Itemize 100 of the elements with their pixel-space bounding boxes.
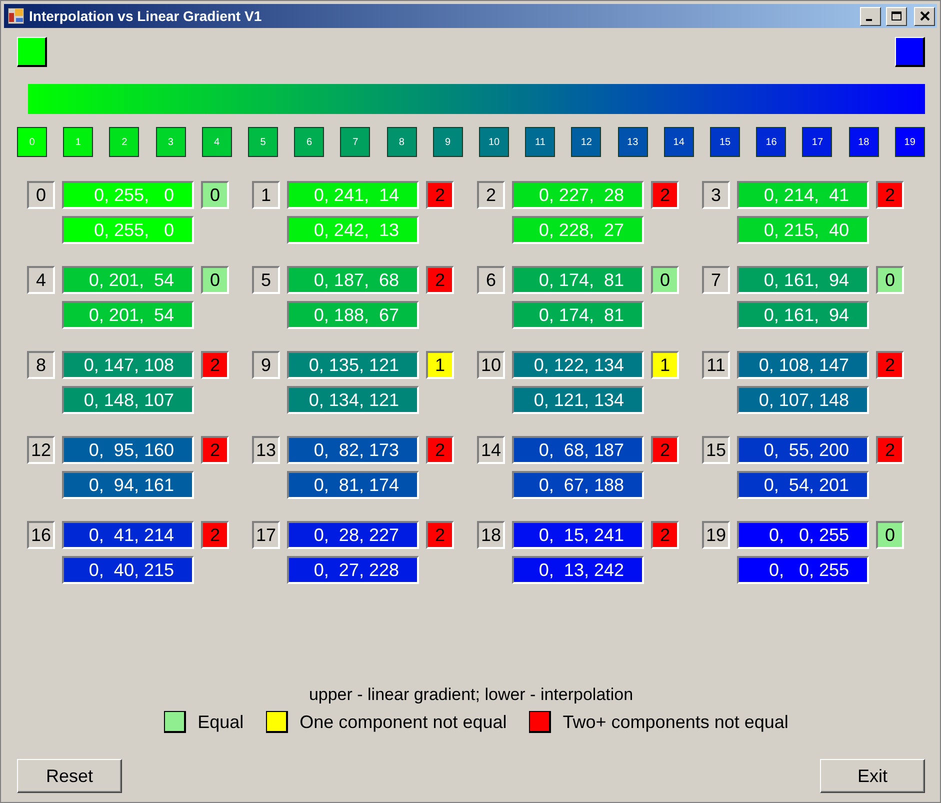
color-swatch: 19 <box>894 127 925 157</box>
index-label: 1 <box>252 181 280 209</box>
difference-badge: 2 <box>201 521 229 549</box>
difference-badge: 2 <box>201 351 229 379</box>
difference-badge: 2 <box>876 351 904 379</box>
index-label: 4 <box>27 266 55 294</box>
interpolation-value: 0, 134, 121 <box>287 386 419 414</box>
legend-label: Equal <box>198 712 244 732</box>
index-label: 7 <box>702 266 730 294</box>
color-swatch: 13 <box>618 127 648 157</box>
maximize-button[interactable] <box>886 6 907 26</box>
difference-badge: 0 <box>201 181 229 209</box>
gradient-value: 0, 161, 94 <box>737 266 869 294</box>
difference-badge: 2 <box>876 436 904 464</box>
color-swatch: 15 <box>710 127 740 157</box>
difference-badge: 2 <box>651 181 679 209</box>
interpolation-value: 0, 107, 148 <box>737 386 869 414</box>
index-label: 8 <box>27 351 55 379</box>
color-swatch: 14 <box>664 127 694 157</box>
gradient-value: 0, 108, 147 <box>737 351 869 379</box>
close-button[interactable] <box>914 6 935 26</box>
app-icon <box>8 8 24 24</box>
interpolation-value: 0, 13, 242 <box>512 556 644 584</box>
gradient-value: 0, 187, 68 <box>287 266 419 294</box>
index-label: 0 <box>27 181 55 209</box>
interpolation-value: 0, 201, 54 <box>62 301 194 329</box>
close-icon <box>920 11 930 21</box>
index-label: 3 <box>702 181 730 209</box>
index-label: 5 <box>252 266 280 294</box>
interpolation-value: 0, 121, 134 <box>512 386 644 414</box>
color-swatch: 9 <box>432 127 463 157</box>
difference-badge: 2 <box>426 266 454 294</box>
interpolation-value: 0, 0, 255 <box>737 556 869 584</box>
color-swatch: 17 <box>802 127 832 157</box>
reset-button[interactable]: Reset <box>17 759 122 793</box>
index-label: 19 <box>702 521 730 549</box>
color-swatch: 12 <box>571 127 602 157</box>
interpolation-value: 0, 161, 94 <box>737 301 869 329</box>
color-picker-swatch[interactable] <box>895 37 925 67</box>
difference-badge: 2 <box>426 181 454 209</box>
interpolation-value: 0, 67, 188 <box>512 471 644 499</box>
index-label: 18 <box>477 521 505 549</box>
index-label: 10 <box>477 351 505 379</box>
interpolation-value: 0, 188, 67 <box>287 301 419 329</box>
gradient-value: 0, 241, 14 <box>287 181 419 209</box>
difference-badge: 2 <box>651 436 679 464</box>
color-swatch: 3 <box>156 127 186 157</box>
color-swatch: 18 <box>848 127 879 157</box>
difference-badge: 1 <box>426 351 454 379</box>
gradient-value: 0, 214, 41 <box>737 181 869 209</box>
index-label: 9 <box>252 351 280 379</box>
difference-badge: 2 <box>651 521 679 549</box>
gradient-value: 0, 135, 121 <box>287 351 419 379</box>
color-swatch: 11 <box>525 127 556 157</box>
interpolation-value: 0, 81, 174 <box>287 471 419 499</box>
color-swatch: 6 <box>294 127 324 157</box>
color-swatch: 2 <box>109 127 140 157</box>
interpolation-value: 0, 242, 13 <box>287 216 419 244</box>
index-label: 17 <box>252 521 280 549</box>
difference-badge: 0 <box>876 266 904 294</box>
index-label: 2 <box>477 181 505 209</box>
index-label: 11 <box>702 351 730 379</box>
index-label: 13 <box>252 436 280 464</box>
index-label: 15 <box>702 436 730 464</box>
gradient-value: 0, 82, 173 <box>287 436 419 464</box>
index-label: 14 <box>477 436 505 464</box>
interpolation-value: 0, 54, 201 <box>737 471 869 499</box>
exit-button[interactable]: Exit <box>820 759 925 793</box>
difference-badge: 1 <box>651 351 679 379</box>
interpolation-value: 0, 27, 228 <box>287 556 419 584</box>
index-label: 16 <box>27 521 55 549</box>
window-title: Interpolation vs Linear Gradient V1 <box>29 8 263 24</box>
gradient-value: 0, 227, 28 <box>512 181 644 209</box>
difference-badge: 0 <box>651 266 679 294</box>
minimize-icon <box>866 19 872 21</box>
gradient-value: 0, 68, 187 <box>512 436 644 464</box>
legend-caption: upper - linear gradient; lower - interpolation <box>308 685 634 705</box>
color-picker-swatch[interactable] <box>17 37 47 67</box>
difference-badge: 2 <box>426 436 454 464</box>
gradient-value: 0, 95, 160 <box>62 436 194 464</box>
gradient-value: 0, 28, 227 <box>287 521 419 549</box>
gradient-value: 0, 15, 241 <box>512 521 644 549</box>
maximize-icon <box>891 11 902 21</box>
difference-badge: 2 <box>876 181 904 209</box>
gradient-value: 0, 147, 108 <box>62 351 194 379</box>
gradient-value: 0, 255, 0 <box>62 181 194 209</box>
interpolation-value: 0, 228, 27 <box>512 216 644 244</box>
color-swatch: 7 <box>340 127 370 157</box>
interpolation-value: 0, 255, 0 <box>62 216 194 244</box>
legend-label: Two+ components not equal <box>562 712 788 732</box>
difference-badge: 0 <box>201 266 229 294</box>
index-label: 6 <box>477 266 505 294</box>
minimize-button[interactable] <box>860 6 881 26</box>
legend-label: One component not equal <box>300 712 507 732</box>
interpolation-value: 0, 148, 107 <box>62 386 194 414</box>
color-swatch: 16 <box>756 127 786 157</box>
interpolation-value: 0, 40, 215 <box>62 556 194 584</box>
gradient-value: 0, 201, 54 <box>62 266 194 294</box>
gradient-value: 0, 174, 81 <box>512 266 644 294</box>
color-swatch: 0 <box>17 127 47 157</box>
